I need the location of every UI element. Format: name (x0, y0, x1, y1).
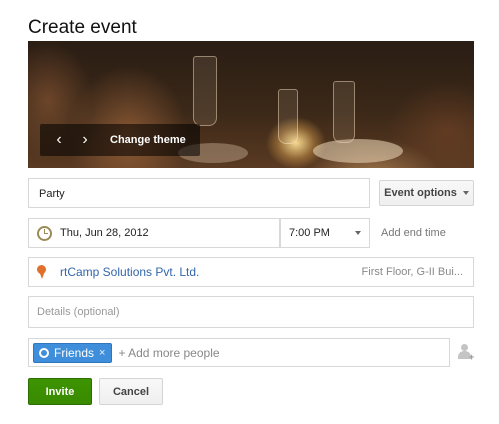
map-pin-icon (37, 265, 46, 279)
change-theme-button[interactable]: Change theme (98, 134, 194, 146)
caret-down-icon (355, 231, 361, 235)
event-name-input[interactable]: Party (28, 178, 370, 208)
caret-down-icon (462, 191, 469, 195)
add-person-icon[interactable]: + (457, 343, 475, 362)
theme-controls: ‹ › Change theme (40, 124, 200, 156)
time-value: 7:00 PM (289, 227, 330, 239)
event-theme-banner: ‹ › Change theme (28, 41, 474, 168)
location-field[interactable]: rtCamp Solutions Pvt. Ltd. First Floor, … (28, 257, 474, 287)
date-field[interactable]: Thu, Jun 28, 2012 (28, 218, 280, 248)
event-options-button[interactable]: Event options (379, 180, 474, 206)
cancel-button[interactable]: Cancel (99, 378, 163, 405)
add-end-time-link[interactable]: Add end time (381, 227, 446, 239)
remove-chip-icon[interactable]: × (99, 347, 105, 359)
wine-glass-decoration (333, 81, 355, 143)
page-title: Create event (28, 17, 137, 38)
location-name[interactable]: rtCamp Solutions Pvt. Ltd. (60, 265, 199, 279)
wine-glass-decoration (193, 56, 217, 126)
location-address: First Floor, G-II Bui... (361, 266, 463, 278)
plate-decoration (313, 139, 403, 163)
chevron-left-icon[interactable]: ‹ (46, 125, 72, 155)
time-select[interactable]: 7:00 PM (280, 218, 370, 248)
add-person-icon-head (461, 344, 468, 351)
date-value: Thu, Jun 28, 2012 (60, 227, 149, 239)
clock-icon (37, 225, 52, 241)
guest-chip-label: Friends (54, 345, 95, 360)
circle-icon (39, 347, 49, 358)
invite-button[interactable]: Invite (28, 378, 92, 405)
guest-chip-friends[interactable]: Friends × (33, 342, 113, 363)
details-input[interactable]: Details (optional) (28, 296, 474, 328)
chevron-right-icon[interactable]: › (72, 125, 98, 155)
add-person-icon-plus: + (469, 352, 475, 362)
add-people-placeholder: + Add more people (118, 345, 220, 360)
wine-glass-decoration (278, 89, 298, 144)
guests-input[interactable]: Friends × + Add more people (28, 338, 450, 367)
event-options-label: Event options (384, 187, 457, 199)
